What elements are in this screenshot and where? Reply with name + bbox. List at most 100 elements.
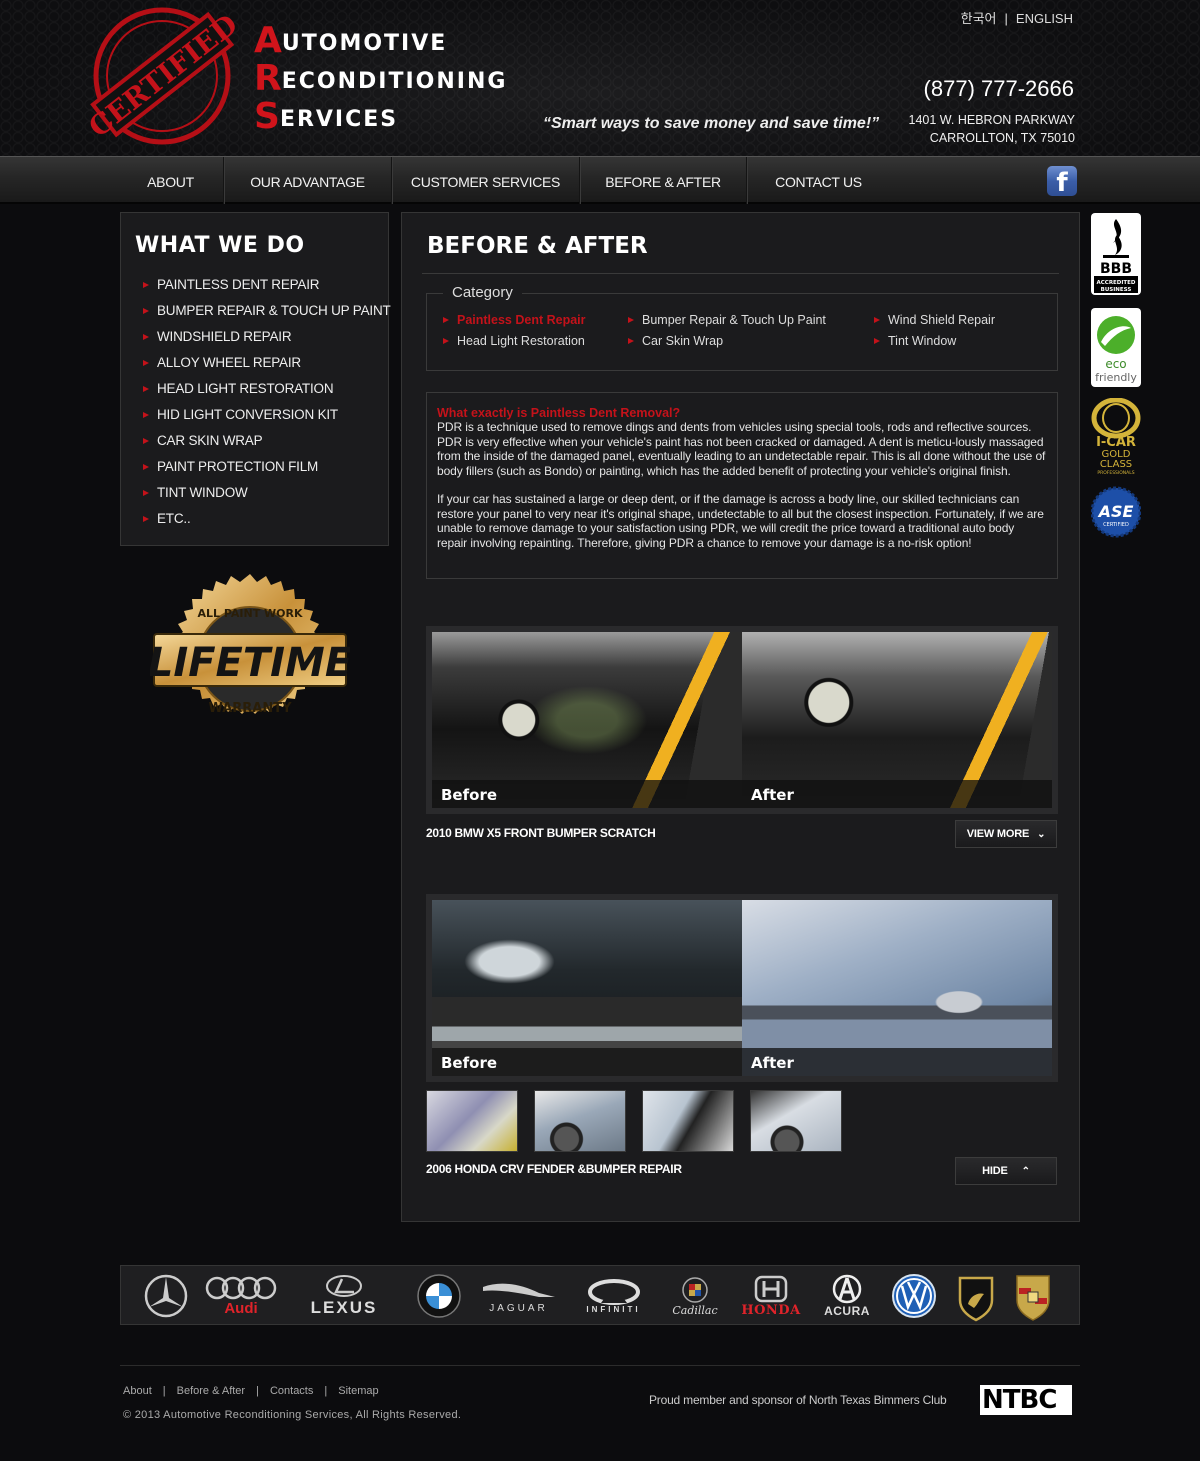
i-car-gold-class-badge[interactable]: I-CAR GOLD CLASS PROFESSIONALS bbox=[1091, 398, 1141, 476]
lexus-emblem-icon bbox=[326, 1275, 362, 1297]
hide-button[interactable]: HIDE ⌃ bbox=[955, 1157, 1057, 1185]
sidebar-item-bumper-repair[interactable]: BUMPER REPAIR & TOUCH UP PAINT bbox=[143, 299, 391, 325]
sidebar-item-paintless-dent-repair[interactable]: PAINTLESS DENT REPAIR bbox=[143, 273, 391, 299]
car-brands-strip: Audi LEXUS JAGUAR INFINITI Cadillac HOND… bbox=[120, 1265, 1080, 1325]
bmw-logo[interactable] bbox=[416, 1270, 462, 1322]
before-after-panel: BEFORE & AFTER Category Paintless Dent R… bbox=[401, 212, 1080, 1222]
svg-text:ACCREDITED: ACCREDITED bbox=[1096, 280, 1135, 286]
thumbnail-1[interactable] bbox=[426, 1090, 518, 1152]
sidebar-item-paint-protection-film[interactable]: PAINT PROTECTION FILM bbox=[143, 455, 391, 481]
logo-line-2: RECONDITIONING bbox=[254, 58, 508, 99]
bullet-arrow-icon bbox=[143, 334, 149, 340]
sidebar-item-windshield-repair[interactable]: WINDSHIELD REPAIR bbox=[143, 325, 391, 351]
before-photo[interactable]: Before bbox=[432, 632, 742, 808]
porsche-logo[interactable] bbox=[1011, 1270, 1055, 1322]
after-photo[interactable]: After bbox=[742, 632, 1052, 808]
eco-friendly-badge[interactable]: eco friendly bbox=[1091, 308, 1141, 387]
ase-certified-badge[interactable]: ASE CERTIFIED bbox=[1091, 486, 1141, 538]
gallery-caption: 2006 HONDA CRV FENDER &BUMPER REPAIR bbox=[426, 1162, 682, 1176]
gallery-caption: 2010 BMW X5 FRONT BUMPER SCRATCH bbox=[426, 826, 656, 840]
svg-text:ALL PAINT WORK: ALL PAINT WORK bbox=[197, 607, 303, 620]
chevron-down-icon: ⌄ bbox=[1037, 829, 1046, 840]
page-title: BEFORE & AFTER bbox=[427, 233, 648, 259]
nav-customer-services[interactable]: CUSTOMER SERVICES bbox=[392, 157, 580, 204]
bbb-accredited-badge[interactable]: BBB ACCREDITED BUSINESS bbox=[1091, 213, 1141, 295]
lang-korean-link[interactable]: 한국어 bbox=[961, 11, 997, 26]
honda-h-icon bbox=[754, 1275, 788, 1302]
svg-text:CLASS: CLASS bbox=[1100, 459, 1132, 470]
infiniti-logo[interactable]: INFINITI bbox=[581, 1270, 646, 1322]
lexus-logo[interactable]: LEXUS bbox=[291, 1270, 397, 1322]
category-legend: Category bbox=[443, 284, 522, 301]
sidebar-item-car-skin-wrap[interactable]: CAR SKIN WRAP bbox=[143, 429, 391, 455]
pdr-info-box: What exactly is Paintless Dent Removal? … bbox=[426, 392, 1058, 579]
footer-link-contacts[interactable]: Contacts bbox=[270, 1385, 313, 1397]
bullet-arrow-icon bbox=[143, 282, 149, 288]
info-paragraph-2: If your car has sustained a large or dee… bbox=[437, 492, 1044, 550]
jaguar-logo[interactable]: JAGUAR bbox=[471, 1270, 566, 1322]
category-head-light-restoration[interactable]: Head Light Restoration bbox=[443, 334, 585, 348]
sidebar-item-head-light-restoration[interactable]: HEAD LIGHT RESTORATION bbox=[143, 377, 391, 403]
lang-english-link[interactable]: ENGLISH bbox=[1016, 11, 1073, 26]
svg-text:BUSINESS: BUSINESS bbox=[1101, 287, 1132, 293]
acura-emblem-icon bbox=[832, 1274, 862, 1304]
ntbc-logo[interactable]: NTBC bbox=[980, 1385, 1072, 1415]
footer-link-sitemap[interactable]: Sitemap bbox=[338, 1385, 378, 1397]
logo-line-3: SERVICES bbox=[254, 96, 399, 137]
chevron-up-icon: ⌃ bbox=[1021, 1166, 1030, 1177]
view-more-button[interactable]: VIEW MORE ⌄ bbox=[955, 820, 1057, 848]
category-paintless-dent-repair[interactable]: Paintless Dent Repair bbox=[443, 313, 586, 327]
category-filter: Category Paintless Dent Repair Bumper Re… bbox=[426, 284, 1058, 371]
sidebar-item-hid-light-conversion[interactable]: HID LIGHT CONVERSION KIT bbox=[143, 403, 391, 429]
lamborghini-logo[interactable] bbox=[954, 1270, 998, 1322]
category-car-skin-wrap[interactable]: Car Skin Wrap bbox=[628, 334, 723, 348]
bullet-arrow-icon bbox=[874, 338, 880, 344]
cadillac-crest-icon bbox=[682, 1276, 708, 1303]
logo-line-1: AUTOMOTIVE bbox=[254, 20, 448, 61]
nav-our-advantage[interactable]: OUR ADVANTAGE bbox=[224, 157, 392, 204]
facebook-icon[interactable]: f bbox=[1047, 166, 1077, 196]
footer-links: About | Before & After | Contacts | Sitemap bbox=[123, 1385, 379, 1397]
bullet-arrow-icon bbox=[143, 308, 149, 314]
category-wind-shield-repair[interactable]: Wind Shield Repair bbox=[874, 313, 995, 327]
volkswagen-logo[interactable] bbox=[891, 1270, 937, 1322]
svg-text:CERTIFIED: CERTIFIED bbox=[1103, 522, 1129, 528]
bullet-arrow-icon bbox=[143, 412, 149, 418]
company-logo[interactable]: AUTOMOTIVE RECONDITIONING SERVICES bbox=[254, 22, 507, 136]
bullet-arrow-icon bbox=[628, 317, 634, 323]
main-nav: ABOUT OUR ADVANTAGE CUSTOMER SERVICES BE… bbox=[0, 156, 1200, 204]
before-photo[interactable]: Before bbox=[432, 900, 742, 1076]
audi-logo[interactable]: Audi bbox=[203, 1270, 279, 1322]
site-header: CERTIFIED AUTOMOTIVE RECONDITIONING SERV… bbox=[0, 0, 1200, 156]
footer-link-about[interactable]: About bbox=[123, 1385, 152, 1397]
before-label: Before bbox=[441, 786, 498, 804]
sidebar-item-alloy-wheel-repair[interactable]: ALLOY WHEEL REPAIR bbox=[143, 351, 391, 377]
sidebar-item-etc[interactable]: ETC.. bbox=[143, 507, 391, 533]
acura-logo[interactable]: ACURA bbox=[816, 1270, 878, 1322]
phone-number[interactable]: (877) 777-2666 bbox=[924, 76, 1074, 102]
thumbnail-3[interactable] bbox=[642, 1090, 734, 1152]
address-line-1: 1401 W. HEBRON PARKWAY bbox=[908, 113, 1075, 127]
thumbnail-4[interactable] bbox=[750, 1090, 842, 1152]
nav-contact-us[interactable]: CONTACT US bbox=[747, 157, 890, 204]
category-tint-window[interactable]: Tint Window bbox=[874, 334, 956, 348]
bullet-arrow-icon bbox=[143, 490, 149, 496]
gallery-honda-crv: Before After bbox=[426, 894, 1058, 1082]
tagline: “Smart ways to save money and save time!… bbox=[543, 115, 880, 132]
category-bumper-repair[interactable]: Bumper Repair & Touch Up Paint bbox=[628, 313, 826, 327]
svg-text:LIFETIME: LIFETIME bbox=[150, 640, 350, 686]
svg-text:ASE: ASE bbox=[1097, 502, 1134, 521]
thumbnail-2[interactable] bbox=[534, 1090, 626, 1152]
before-label: Before bbox=[441, 1054, 498, 1072]
honda-logo[interactable]: HONDA bbox=[736, 1270, 806, 1322]
nav-about[interactable]: ABOUT bbox=[118, 157, 224, 204]
after-photo[interactable]: After bbox=[742, 900, 1052, 1076]
cadillac-logo[interactable]: Cadillac bbox=[666, 1270, 724, 1322]
footer-link-before-after[interactable]: Before & After bbox=[177, 1385, 245, 1397]
after-label: After bbox=[751, 1054, 794, 1072]
mercedes-benz-logo[interactable] bbox=[143, 1270, 189, 1322]
bullet-arrow-icon bbox=[628, 338, 634, 344]
address-line-2: CARROLLTON, TX 75010 bbox=[929, 131, 1075, 145]
nav-before-after[interactable]: BEFORE & AFTER bbox=[580, 157, 747, 204]
sidebar-item-tint-window[interactable]: TINT WINDOW bbox=[143, 481, 391, 507]
